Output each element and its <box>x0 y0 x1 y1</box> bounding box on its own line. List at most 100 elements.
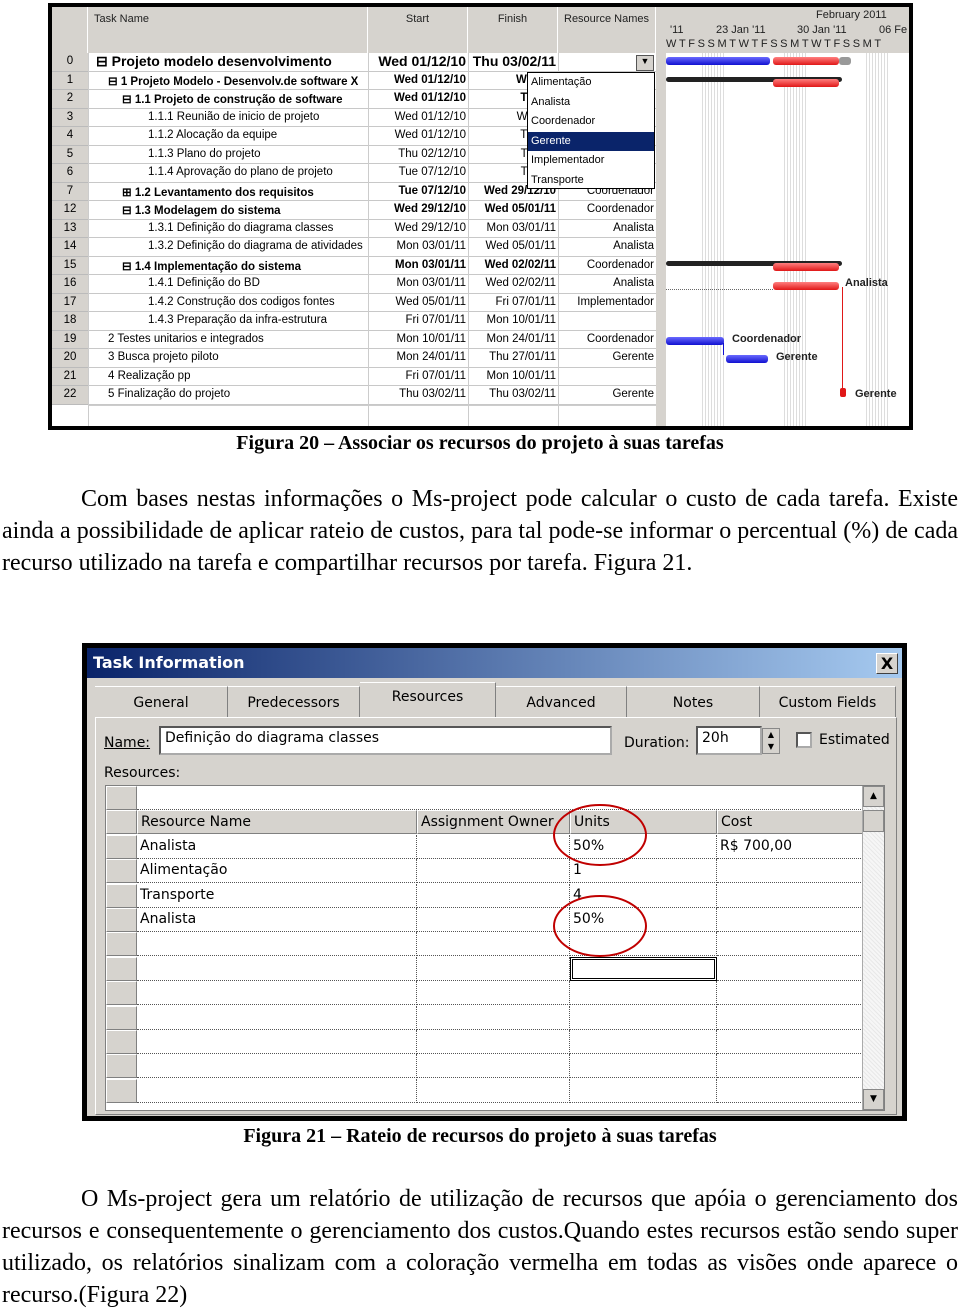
start-cell[interactable]: Wed 01/12/10 <box>394 92 466 104</box>
resource-cell[interactable]: Gerente <box>612 351 654 363</box>
split-bar[interactable] <box>656 7 666 426</box>
task-name-cell[interactable]: 1.1.3 Plano do projeto <box>148 148 261 160</box>
finish-cell[interactable]: Fri 07/01/11 <box>495 296 556 308</box>
table-row[interactable]: 20 3 Busca projeto piloto Mon 24/01/11 Thu … <box>52 349 664 368</box>
dropdown-option[interactable]: Implementador <box>528 151 654 171</box>
task-name-cell[interactable]: 1.4.3 Preparação da infra-estrutura <box>148 314 327 326</box>
start-cell[interactable]: Fri 07/01/11 <box>405 370 466 382</box>
task-name-cell[interactable]: ⊟ 1.4 Implementação do sistema <box>122 259 301 273</box>
start-cell[interactable]: Wed 01/12/10 <box>395 111 466 123</box>
column-start[interactable]: Start <box>368 7 468 53</box>
finish-cell[interactable]: Wed 02/02/11 <box>485 277 556 289</box>
gantt-bar-critical[interactable] <box>773 263 839 271</box>
table-row[interactable]: 15 ⊟ 1.4 Implementação do sistema Mon 03/0… <box>52 256 664 275</box>
task-name-cell[interactable]: 4 Realização pp <box>108 370 190 382</box>
table-row[interactable]: 13 1.3.1 Definição do diagrama classes Wed… <box>52 219 664 238</box>
start-cell[interactable]: Wed 05/01/11 <box>395 296 466 308</box>
task-name: 1.1.3 Plano do projeto <box>148 147 261 160</box>
task-name-cell[interactable]: 1.1.1 Reunião de inicio de projeto <box>148 111 319 123</box>
task-name-cell[interactable]: 1.3.2 Definição do diagrama de atividade… <box>148 240 363 252</box>
finish-cell[interactable]: Wed 05/01/11 <box>485 203 556 215</box>
start-cell[interactable]: Tue 07/12/10 <box>398 185 466 197</box>
start-cell[interactable]: Fri 07/01/11 <box>405 314 466 326</box>
task-name: 1.2 Levantamento dos requisitos <box>134 186 314 199</box>
milestone-marker[interactable] <box>840 388 846 397</box>
task-name-cell[interactable]: 3 Busca projeto piloto <box>108 351 219 363</box>
task-name-cell[interactable]: ⊟ Projeto modelo desenvolvimento <box>96 53 332 70</box>
column-finish[interactable]: Finish <box>468 7 558 53</box>
gantt-bar[interactable] <box>726 355 768 363</box>
table-row[interactable]: 18 1.4.3 Preparação da infra-estrutura Fri… <box>52 312 664 331</box>
start-cell[interactable]: Wed 29/12/10 <box>395 222 466 234</box>
task-name-cell[interactable]: ⊟ 1.3 Modelagem do sistema <box>122 203 281 217</box>
week-label: 06 Fe <box>879 24 908 36</box>
table-row[interactable]: 21 4 Realização pp Fri 07/01/11 Mon 10/01/1… <box>52 367 664 386</box>
task-name-cell[interactable]: 1.4.1 Definição do BD <box>148 277 260 289</box>
dropdown-option[interactable]: Coordenador <box>528 112 654 132</box>
task-name-cell[interactable]: 1.1.4 Aprovação do plano de projeto <box>148 166 333 178</box>
gantt-bar-critical[interactable] <box>773 282 839 290</box>
start-cell[interactable]: Tue 07/12/10 <box>399 166 466 178</box>
gantt-bar-critical[interactable] <box>773 57 839 65</box>
resource-cell[interactable]: Coordenador <box>587 333 654 345</box>
start-cell[interactable]: Wed 01/12/10 <box>395 129 466 141</box>
start-cell[interactable]: Wed 01/12/10 <box>378 53 466 69</box>
gantt-bar-critical[interactable] <box>773 79 839 87</box>
finish-cell[interactable]: Mon 10/01/11 <box>487 370 556 382</box>
dropdown-option[interactable]: Transporte <box>528 171 654 191</box>
table-row[interactable]: 14 1.3.2 Definição do diagrama de ativida… <box>52 238 664 257</box>
finish-cell[interactable]: Thu 03/02/11 <box>473 53 556 69</box>
finish-cell[interactable]: Thu 27/01/11 <box>489 351 556 363</box>
start-cell[interactable]: Mon 03/01/11 <box>397 240 466 252</box>
week-label: '11 <box>670 24 684 36</box>
start-cell[interactable]: Thu 03/02/11 <box>399 388 466 400</box>
resource-cell[interactable]: Analista <box>613 240 654 252</box>
task-name: 2 Testes unitarios e integrados <box>108 332 264 345</box>
resource-cell[interactable]: Coordenador <box>587 259 654 271</box>
gantt-bar[interactable] <box>666 337 724 345</box>
start-cell[interactable]: Wed 01/12/10 <box>394 74 466 86</box>
start-cell[interactable]: Wed 29/12/10 <box>394 203 466 215</box>
finish-cell[interactable]: Wed 02/02/11 <box>485 259 556 271</box>
task-name-cell[interactable]: 2 Testes unitarios e integrados <box>108 333 264 345</box>
gantt-bar-summary-end <box>839 57 851 65</box>
start-cell[interactable]: Mon 10/01/11 <box>397 333 466 345</box>
finish-cell[interactable]: Mon 03/01/11 <box>487 222 556 234</box>
table-row[interactable]: 0 ⊟ Projeto modelo desenvolvimento Wed 01/… <box>52 53 664 72</box>
table-row[interactable]: 22 5 Finalização do projeto Thu 03/02/11 Th… <box>52 386 664 405</box>
divider <box>88 53 89 426</box>
table-row[interactable]: 12 ⊟ 1.3 Modelagem do sistema Wed 29/12/10… <box>52 201 664 220</box>
start-cell[interactable]: Mon 03/01/11 <box>395 259 466 271</box>
finish-cell[interactable]: Mon 10/01/11 <box>487 314 556 326</box>
task-name-cell[interactable]: 1.4.2 Construção dos codigos fontes <box>148 296 335 308</box>
task-name: 1.4.2 Construção dos codigos fontes <box>148 295 335 308</box>
resource-cell[interactable]: Analista <box>613 277 654 289</box>
dropdown-option[interactable]: Analista <box>528 93 654 113</box>
table-row[interactable]: 16 1.4.1 Definição do BD Mon 03/01/11 Wed 0… <box>52 275 664 294</box>
gantt-bar[interactable] <box>666 57 770 65</box>
finish-cell[interactable]: Mon 24/01/11 <box>487 333 556 345</box>
start-cell[interactable]: Thu 02/12/10 <box>398 148 466 160</box>
table-row[interactable]: 17 1.4.2 Construção dos codigos fontes Wed… <box>52 293 664 312</box>
finish-cell[interactable]: Thu 03/02/11 <box>489 388 556 400</box>
dropdown-option[interactable]: Alimentação <box>528 73 654 93</box>
resource-cell[interactable]: Gerente <box>612 388 654 400</box>
dropdown-arrow-button[interactable]: ▼ <box>636 55 654 71</box>
task-name-cell[interactable]: 1.3.1 Definição do diagrama classes <box>148 222 333 234</box>
resource-cell[interactable]: Analista <box>613 222 654 234</box>
start-cell[interactable]: Mon 24/01/11 <box>397 351 466 363</box>
resource-cell[interactable]: Coordenador <box>587 203 654 215</box>
column-resource-names[interactable]: Resource Names <box>558 7 656 53</box>
column-task-name[interactable]: Task Name <box>88 7 368 53</box>
task-name-cell[interactable]: ⊟ 1.1 Projeto de construção de software <box>122 92 343 106</box>
start-cell[interactable]: Mon 03/01/11 <box>397 277 466 289</box>
dropdown-option[interactable]: Gerente <box>528 131 654 151</box>
finish-cell[interactable]: Wed 05/01/11 <box>485 240 556 252</box>
task-name-cell[interactable]: ⊟ 1 Projeto Modelo - Desenvolv.de softwa… <box>108 74 358 88</box>
row-number: 13 <box>52 219 88 238</box>
task-name-cell[interactable]: 1.1.2 Alocação da equipe <box>148 129 277 141</box>
table-row[interactable]: 19 2 Testes unitarios e integrados Mon 10/… <box>52 330 664 349</box>
resource-cell[interactable]: Implementador <box>577 296 654 308</box>
task-name-cell[interactable]: 5 Finalização do projeto <box>108 388 230 400</box>
task-name-cell[interactable]: ⊞ 1.2 Levantamento dos requisitos <box>122 185 314 199</box>
